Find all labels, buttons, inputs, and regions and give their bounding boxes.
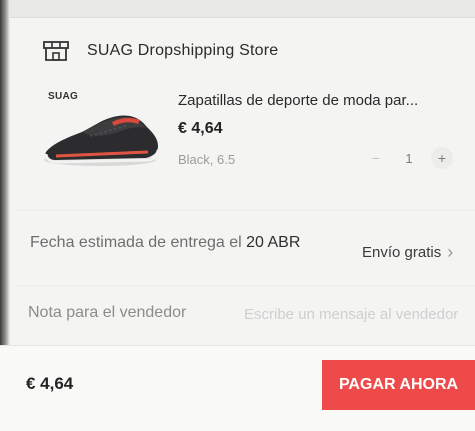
quantity-increase-button[interactable]: + xyxy=(431,147,453,169)
product-variant[interactable]: Black, 6.5 xyxy=(178,152,235,167)
seller-note-input[interactable] xyxy=(244,302,475,326)
store-icon xyxy=(43,41,69,61)
store-header[interactable]: SUAG Dropshipping Store xyxy=(42,38,278,64)
delivery-estimate: Fecha estimada de entrega el 20 ABR xyxy=(30,233,340,253)
product-brand-label: SUAG xyxy=(48,91,79,102)
delivery-date: 20 ABR xyxy=(246,234,301,251)
seller-note-label: Nota para el vendedor xyxy=(28,304,187,321)
shipping-option[interactable]: Envío gratis › xyxy=(362,242,453,263)
order-total: € 4,64 xyxy=(26,374,74,393)
divider xyxy=(18,210,475,211)
checkout-screen: SUAG Dropshipping Store SUAG Zapatillas … xyxy=(0,0,475,431)
store-name[interactable]: SUAG Dropshipping Store xyxy=(87,42,278,60)
quantity-stepper: − 1 + xyxy=(365,147,453,169)
chevron-right-icon: › xyxy=(447,242,454,262)
previous-section-edge xyxy=(0,0,475,18)
divider xyxy=(18,285,475,286)
product-price: € 4,64 xyxy=(178,120,223,137)
shipping-label: Envío gratis xyxy=(362,244,442,261)
quantity-value: 1 xyxy=(405,150,413,166)
product-title[interactable]: Zapatillas de deporte de moda par... xyxy=(178,92,468,109)
pay-now-button[interactable]: PAGAR AHORA xyxy=(322,360,475,410)
delivery-estimate-label: Fecha estimada de entrega el xyxy=(30,234,247,251)
quantity-decrease-button[interactable]: − xyxy=(365,150,387,166)
